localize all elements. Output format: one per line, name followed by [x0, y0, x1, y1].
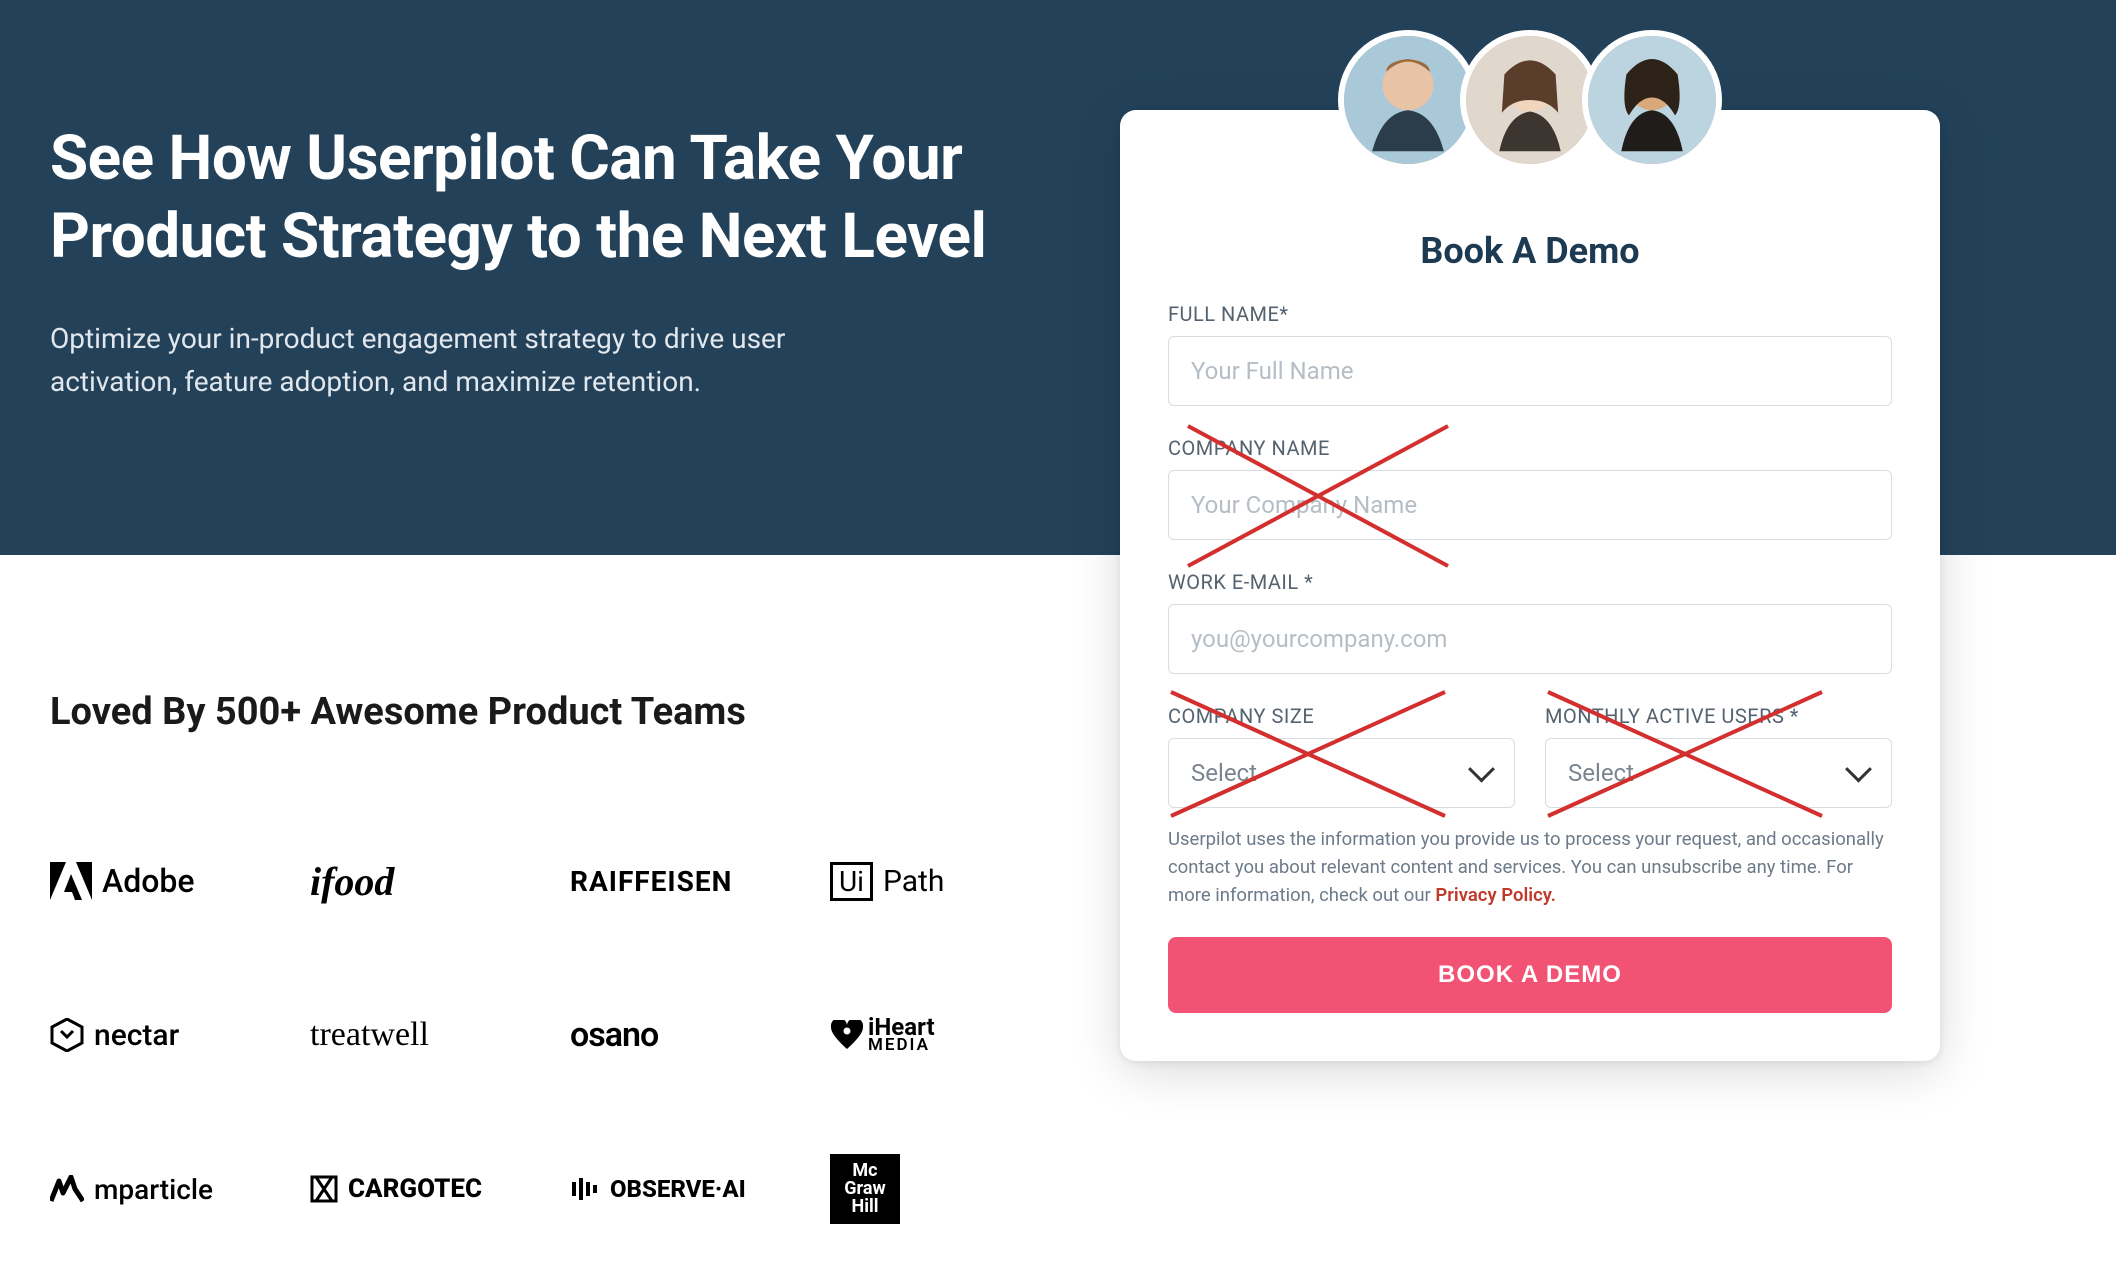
cargotec-icon — [310, 1175, 338, 1203]
email-label: WORK E-MAIL * — [1168, 570, 1892, 594]
hero-title: See How Userpilot Can Take Your Product … — [50, 120, 1050, 275]
logo-raiffeisen: RAIFFEISEN — [570, 854, 830, 908]
logo-adobe-label: Adobe — [102, 862, 195, 900]
adobe-icon — [50, 862, 92, 900]
hexagon-icon — [50, 1018, 84, 1052]
logo-raiffeisen-label: RAIFFEISEN — [570, 865, 732, 898]
logo-cargotec: CARGOTEC — [310, 1162, 570, 1216]
mau-label: MONTHLY ACTIVE USERS * — [1545, 704, 1892, 728]
logo-iheart: iHeart MEDIA — [830, 1008, 1030, 1062]
book-demo-button[interactable]: BOOK A DEMO — [1168, 937, 1892, 1013]
observeai-icon — [570, 1174, 600, 1204]
logo-cargotec-label: CARGOTEC — [348, 1174, 482, 1204]
avatar-1 — [1338, 30, 1478, 170]
field-fullname: FULL NAME* — [1168, 302, 1892, 406]
logo-osano-label: osano — [570, 1015, 658, 1055]
logo-observeai-label: OBSERVE·AI — [610, 1175, 746, 1203]
logo-uipath-ui: Ui — [830, 862, 873, 901]
field-mau: MONTHLY ACTIVE USERS * Select — [1545, 704, 1892, 808]
mparticle-icon — [50, 1175, 84, 1203]
logo-uipath-path: Path — [883, 864, 944, 899]
privacy-disclaimer: Userpilot uses the information you provi… — [1168, 826, 1892, 909]
logo-observeai: OBSERVE·AI — [570, 1162, 830, 1216]
demo-form-title: Book A Demo — [1168, 230, 1892, 272]
company-size-select[interactable]: Select — [1168, 738, 1515, 808]
company-label: COMPANY NAME — [1168, 436, 1892, 460]
company-size-label: COMPANY SIZE — [1168, 704, 1515, 728]
email-input[interactable] — [1168, 604, 1892, 674]
logo-treatwell-label: treatwell — [310, 1016, 429, 1054]
logo-ifood-label: ifood — [310, 858, 394, 905]
logo-uipath: Ui Path — [830, 854, 1030, 908]
social-proof-section: Loved By 500+ Awesome Product Teams Adob… — [0, 555, 1020, 1216]
privacy-policy-link[interactable]: Privacy Policy. — [1435, 884, 1556, 906]
social-proof-title: Loved By 500+ Awesome Product Teams — [50, 690, 970, 734]
logo-osano: osano — [570, 1008, 830, 1062]
logo-ifood: ifood — [310, 854, 570, 908]
company-logo-grid: Adobe ifood RAIFFEISEN Ui Path nectar tr… — [50, 854, 970, 1216]
demo-form-card: Book A Demo FULL NAME* COMPANY NAME WORK… — [1120, 110, 1940, 1061]
team-avatars — [1338, 30, 1722, 170]
logo-nectar-label: nectar — [94, 1018, 179, 1053]
logo-iheart-bottom: MEDIA — [868, 1038, 935, 1053]
field-company: COMPANY NAME — [1168, 436, 1892, 540]
fullname-input[interactable] — [1168, 336, 1892, 406]
field-email: WORK E-MAIL * — [1168, 570, 1892, 674]
mgh-line3: Hill — [852, 1198, 879, 1216]
logo-nectar: nectar — [50, 1008, 310, 1062]
avatar-3 — [1582, 30, 1722, 170]
fullname-label: FULL NAME* — [1168, 302, 1892, 326]
heart-icon — [830, 1020, 864, 1050]
mau-select[interactable]: Select — [1545, 738, 1892, 808]
field-company-size: COMPANY SIZE Select — [1168, 704, 1515, 808]
avatar-2 — [1460, 30, 1600, 170]
logo-treatwell: treatwell — [310, 1008, 570, 1062]
company-input[interactable] — [1168, 470, 1892, 540]
logo-adobe: Adobe — [50, 854, 310, 908]
hero-subtitle: Optimize your in-product engagement stra… — [50, 317, 860, 404]
logo-mcgrawhill: Mc Graw Hill — [830, 1162, 1030, 1216]
logo-mcgrawhill-box: Mc Graw Hill — [830, 1154, 900, 1224]
logo-mparticle-label: mparticle — [94, 1173, 213, 1206]
logo-mparticle: mparticle — [50, 1162, 310, 1216]
